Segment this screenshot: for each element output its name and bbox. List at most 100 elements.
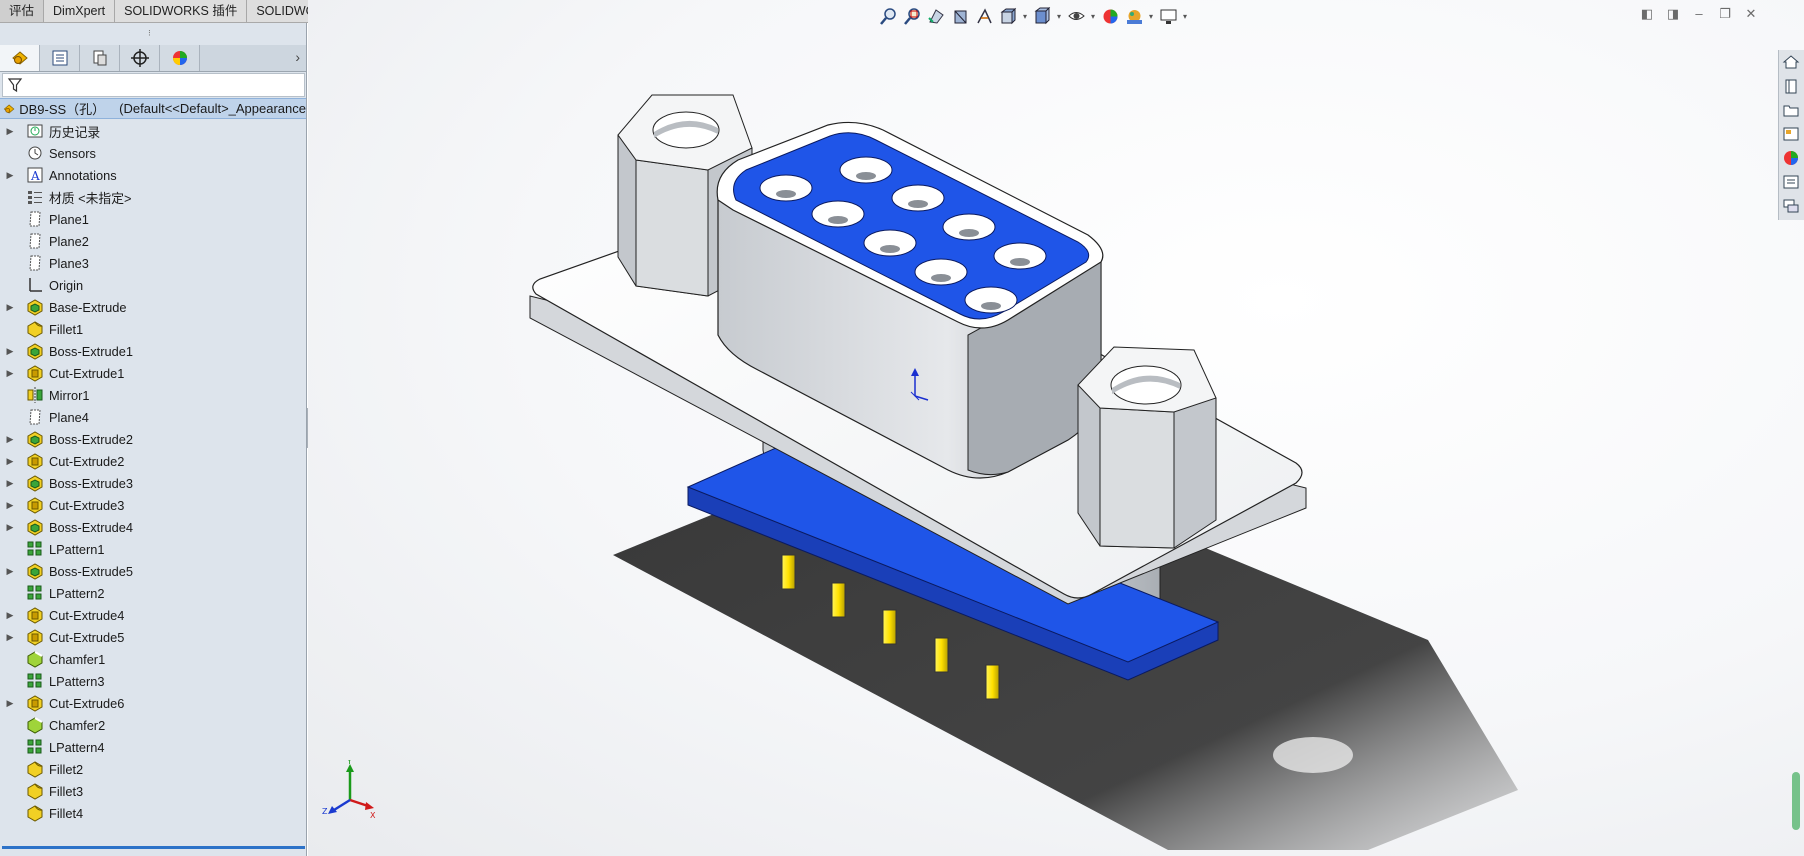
tree-item-lpattern3[interactable]: LPattern3: [0, 670, 306, 692]
tree-item-chamfer1[interactable]: Chamfer1: [0, 648, 306, 670]
task-pane-appearances[interactable]: [1779, 146, 1803, 170]
property-manager-tab[interactable]: [40, 45, 80, 71]
view-settings-button[interactable]: [1156, 5, 1180, 27]
dynamic-annotation-button[interactable]: [972, 5, 996, 27]
display-manager-icon: [172, 51, 187, 65]
task-pane-custom-properties[interactable]: [1779, 170, 1803, 194]
root-part-name: DB9-SS（孔）: [19, 102, 106, 117]
dimxpert-manager-tab[interactable]: [120, 45, 160, 71]
expand-arrow-icon[interactable]: ▶: [0, 566, 20, 577]
expand-arrow-icon[interactable]: ▶: [0, 434, 20, 445]
tree-item-lpattern1[interactable]: LPattern1: [0, 538, 306, 560]
tree-item-boss-extrude1[interactable]: ▶ Boss-Extrude1: [0, 340, 306, 362]
tab-evaluate[interactable]: 评估: [0, 0, 45, 22]
view-orientation-dropdown-icon[interactable]: ▾: [1020, 12, 1030, 21]
appearances-icon: [1784, 151, 1798, 165]
edit-appearance-button[interactable]: [1098, 5, 1122, 27]
tree-item-lpattern2[interactable]: LPattern2: [0, 582, 306, 604]
tile-left-icon[interactable]: ◧: [1634, 6, 1660, 22]
view-orientation-button[interactable]: [996, 5, 1020, 27]
svg-text:A: A: [30, 169, 40, 183]
expand-arrow-icon[interactable]: ▶: [0, 478, 20, 489]
expand-arrow-icon[interactable]: ▶: [0, 126, 20, 137]
tab-dimxpert[interactable]: DimXpert: [44, 0, 116, 22]
configuration-manager-tab[interactable]: [80, 45, 120, 71]
tree-item-cut-extrude4[interactable]: ▶ Cut-Extrude4: [0, 604, 306, 626]
expand-arrow-icon[interactable]: ▶: [0, 698, 20, 709]
graphics-area[interactable]: ▾ ▾ ▾ ▾ ▾ ◧ ◨ – ❐ ✕ Y X Z: [308, 0, 1804, 856]
tree-item-cut-extrude1[interactable]: ▶ Cut-Extrude1: [0, 362, 306, 384]
rollback-bar[interactable]: [2, 846, 305, 849]
tree-item-cut-extrude5[interactable]: ▶ Cut-Extrude5: [0, 626, 306, 648]
hide-show-button[interactable]: [1064, 5, 1088, 27]
task-pane-home[interactable]: [1779, 50, 1803, 74]
restore-icon[interactable]: ❐: [1712, 6, 1738, 22]
tree-item-plane2[interactable]: Plane2: [0, 230, 306, 252]
tree-item-fillet4[interactable]: Fillet4: [0, 802, 306, 824]
tree-item-mirror1[interactable]: Mirror1: [0, 384, 306, 406]
expand-arrow-icon[interactable]: ▶: [0, 302, 20, 313]
tree-item-[interactable]: 材质 <未指定>: [0, 186, 306, 208]
tile-right-icon[interactable]: ◨: [1660, 6, 1686, 22]
tree-item-chamfer2[interactable]: Chamfer2: [0, 714, 306, 736]
section-view-button[interactable]: [948, 5, 972, 27]
tree-item-fillet3[interactable]: Fillet3: [0, 780, 306, 802]
chamfer-icon: [27, 717, 43, 734]
expand-arrow-icon[interactable]: ▶: [0, 456, 20, 467]
expand-panel-icon[interactable]: ›: [295, 49, 300, 65]
tree-item-cut-extrude3[interactable]: ▶ Cut-Extrude3: [0, 494, 306, 516]
tree-item-plane3[interactable]: Plane3: [0, 252, 306, 274]
task-pane-design-library[interactable]: [1779, 74, 1803, 98]
expand-arrow-icon[interactable]: ▶: [0, 170, 20, 181]
display-style-button[interactable]: [1030, 5, 1054, 27]
tree-filter[interactable]: [2, 73, 305, 97]
tree-item-cut-extrude2[interactable]: ▶ Cut-Extrude2: [0, 450, 306, 472]
task-pane-file-explorer[interactable]: [1779, 98, 1803, 122]
tree-item-label: Boss-Extrude3: [49, 475, 133, 491]
tree-item-plane1[interactable]: Plane1: [0, 208, 306, 230]
tree-item-[interactable]: ▶ 历史记录: [0, 120, 306, 142]
display-manager-tab[interactable]: [160, 45, 200, 71]
hide-show-dropdown-icon[interactable]: ▾: [1088, 12, 1098, 21]
previous-view-button[interactable]: [924, 5, 948, 27]
fillet-icon: [27, 783, 43, 800]
view-settings-dropdown-icon[interactable]: ▾: [1180, 12, 1190, 21]
feature-manager-tab[interactable]: [0, 45, 40, 71]
viewport-scroll-indicator[interactable]: [1792, 772, 1800, 830]
zoom-to-fit-button[interactable]: [876, 5, 900, 27]
expand-arrow-icon[interactable]: ▶: [0, 346, 20, 357]
expand-arrow-icon[interactable]: ▶: [0, 610, 20, 621]
tree-item-boss-extrude5[interactable]: ▶ Boss-Extrude5: [0, 560, 306, 582]
tab-solidworks-addins[interactable]: SOLIDWORKS 插件: [115, 0, 248, 22]
tree-item-origin[interactable]: Origin: [0, 274, 306, 296]
feature-manager-icon: [11, 51, 28, 65]
expand-arrow-icon[interactable]: ▶: [0, 500, 20, 511]
close-icon[interactable]: ✕: [1738, 6, 1764, 22]
tree-item-boss-extrude2[interactable]: ▶ Boss-Extrude2: [0, 428, 306, 450]
tree-item-plane4[interactable]: Plane4: [0, 406, 306, 428]
tree-item-boss-extrude3[interactable]: ▶ Boss-Extrude3: [0, 472, 306, 494]
tree-item-label: Cut-Extrude6: [49, 695, 125, 711]
expand-arrow-icon[interactable]: ▶: [0, 368, 20, 379]
task-pane-view-palette[interactable]: [1779, 122, 1803, 146]
expand-arrow-icon[interactable]: ▶: [0, 522, 20, 533]
tree-item-fillet2[interactable]: Fillet2: [0, 758, 306, 780]
tree-root-part[interactable]: DB9-SS（孔） (Default<<Default>_Appearance: [0, 98, 306, 119]
task-pane-forum[interactable]: [1779, 194, 1803, 218]
tree-item-fillet1[interactable]: Fillet1: [0, 318, 306, 340]
tree-item-sensors[interactable]: Sensors: [0, 142, 306, 164]
panel-grip[interactable]: ⁝: [148, 28, 156, 38]
db9-connector-model: [529, 94, 1518, 850]
apply-scene-dropdown-icon[interactable]: ▾: [1146, 12, 1156, 21]
expand-arrow-icon[interactable]: ▶: [0, 632, 20, 643]
zoom-to-area-button[interactable]: [900, 5, 924, 27]
tree-item-label: LPattern2: [49, 585, 105, 601]
tree-item-boss-extrude4[interactable]: ▶ Boss-Extrude4: [0, 516, 306, 538]
tree-item-cut-extrude6[interactable]: ▶ Cut-Extrude6: [0, 692, 306, 714]
minimize-icon[interactable]: –: [1686, 6, 1712, 22]
tree-item-base-extrude[interactable]: ▶ Base-Extrude: [0, 296, 306, 318]
tree-item-lpattern4[interactable]: LPattern4: [0, 736, 306, 758]
display-style-dropdown-icon[interactable]: ▾: [1054, 12, 1064, 21]
apply-scene-button[interactable]: [1122, 5, 1146, 27]
tree-item-annotations[interactable]: ▶ A Annotations: [0, 164, 306, 186]
